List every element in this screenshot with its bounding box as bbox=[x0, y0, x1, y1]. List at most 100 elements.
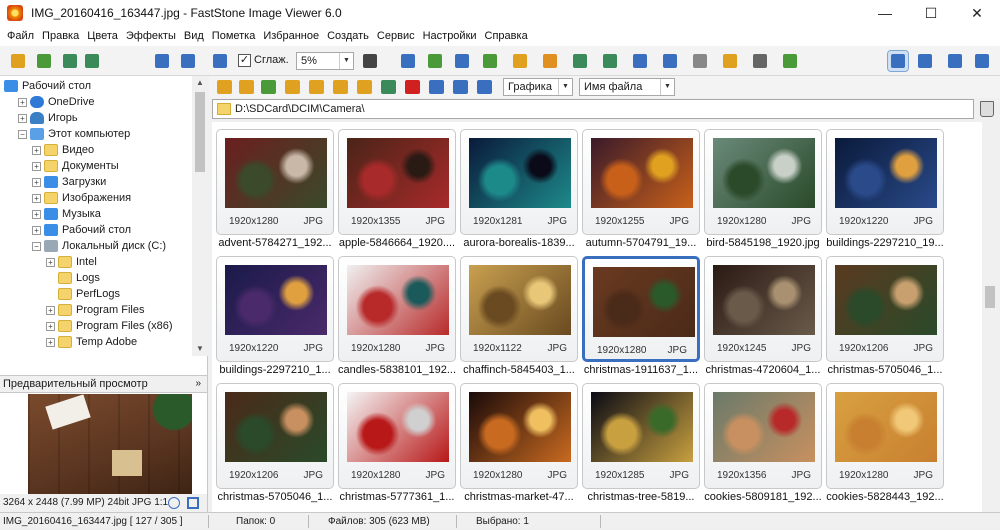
menu-item-9[interactable]: Настройки bbox=[419, 30, 481, 42]
thumbnail-item[interactable]: 1920x1280 JPG christmas-market-47... bbox=[460, 383, 578, 503]
crop-icon[interactable] bbox=[398, 51, 418, 71]
menu-item-2[interactable]: Цвета bbox=[83, 30, 122, 42]
tree-item[interactable]: Рабочий стол bbox=[4, 78, 91, 94]
thumbnail-item[interactable]: 1920x1355 JPG apple-5846664_1920.... bbox=[338, 129, 456, 249]
zoom-in-icon[interactable] bbox=[152, 51, 172, 71]
tree-item[interactable]: − Этот компьютер bbox=[18, 126, 130, 142]
tree-item[interactable]: + OneDrive bbox=[18, 94, 94, 110]
expand-icon[interactable]: + bbox=[46, 337, 55, 347]
tree-item[interactable]: + Intel bbox=[46, 254, 97, 270]
tree-item[interactable]: + Видео bbox=[32, 142, 94, 158]
slideshow-icon[interactable] bbox=[660, 51, 680, 71]
menu-item-8[interactable]: Сервис bbox=[373, 30, 419, 42]
copy-folder-icon[interactable] bbox=[333, 80, 348, 94]
thumbnail-item[interactable]: 1920x1280 JPG christmas-5777361_1... bbox=[338, 383, 456, 503]
tree-item[interactable]: + Документы bbox=[32, 158, 119, 174]
list-icon[interactable] bbox=[477, 80, 492, 94]
thumbnail-item[interactable]: 1920x1220 JPG buildings-2297210_19... bbox=[826, 129, 944, 249]
layout-preview-icon[interactable] bbox=[915, 51, 935, 71]
expand-icon[interactable]: + bbox=[32, 225, 41, 235]
thumbnail-item[interactable]: 1920x1280 JPG cookies-5828443_192... bbox=[826, 383, 944, 503]
tree-item[interactable]: PerfLogs bbox=[46, 286, 120, 302]
layout-thumbs-icon[interactable] bbox=[972, 51, 992, 71]
collapse-icon[interactable]: » bbox=[195, 376, 201, 392]
fit-screen-icon[interactable] bbox=[187, 497, 199, 509]
back-icon[interactable] bbox=[217, 80, 232, 94]
delete-icon[interactable] bbox=[405, 80, 420, 94]
thumbnail-item[interactable]: 1920x1206 JPG christmas-5705046_1... bbox=[216, 383, 334, 503]
maximize-button[interactable]: ☐ bbox=[908, 0, 954, 26]
save-as-icon[interactable] bbox=[82, 51, 102, 71]
menu-item-1[interactable]: Правка bbox=[38, 30, 83, 42]
thumbnail-item[interactable]: 1920x1122 JPG chaffinch-5845403_1... bbox=[460, 256, 578, 376]
thumbnail-item[interactable]: 1920x1206 JPG christmas-5705046_1... bbox=[826, 256, 944, 376]
new-folder-icon[interactable] bbox=[309, 80, 324, 94]
menu-item-6[interactable]: Избранное bbox=[259, 30, 323, 42]
thumbnail-scrollbar[interactable] bbox=[982, 122, 998, 512]
gear-icon[interactable] bbox=[168, 497, 180, 509]
menu-item-10[interactable]: Справка bbox=[481, 30, 532, 42]
parent-folder-icon[interactable] bbox=[261, 80, 276, 94]
tree-item[interactable]: + Загрузки bbox=[32, 174, 106, 190]
layout-full-icon[interactable] bbox=[945, 51, 965, 71]
thumbnail-item[interactable]: 1920x1280 JPG bird-5845198_1920.jpg bbox=[704, 129, 822, 249]
thumbnail-item[interactable]: 1920x1220 JPG buildings-2297210_1... bbox=[216, 256, 334, 376]
folder-plus-icon[interactable] bbox=[34, 51, 54, 71]
thumbnail-item[interactable]: 1920x1280 JPG christmas-1911637_1... bbox=[582, 256, 700, 376]
edit-icon[interactable] bbox=[780, 51, 800, 71]
actual-size-icon[interactable] bbox=[210, 51, 230, 71]
rotate-right-icon[interactable] bbox=[600, 51, 620, 71]
compare-icon[interactable] bbox=[690, 51, 710, 71]
thumbnail-item[interactable]: 1920x1281 JPG aurora-borealis-1839... bbox=[460, 129, 578, 249]
grid-icon[interactable] bbox=[480, 51, 500, 71]
expand-icon[interactable]: + bbox=[32, 177, 41, 187]
menu-item-3[interactable]: Эффекты bbox=[122, 30, 180, 42]
forward-icon[interactable] bbox=[239, 80, 254, 94]
tree-item[interactable]: + Temp Adobe bbox=[46, 334, 137, 350]
tree-item[interactable]: + Program Files (x86) bbox=[46, 318, 173, 334]
tree-item[interactable]: + Рабочий стол bbox=[32, 222, 131, 238]
close-button[interactable]: ✕ bbox=[954, 0, 1000, 26]
zoom-select[interactable]: 5% ▼ bbox=[296, 52, 354, 70]
thumbnail-item[interactable]: 1920x1245 JPG christmas-4720604_1... bbox=[704, 256, 822, 376]
tree-item[interactable]: + Музыка bbox=[32, 206, 101, 222]
hand-icon[interactable] bbox=[360, 51, 380, 71]
expand-icon[interactable]: + bbox=[32, 145, 41, 155]
move-folder-icon[interactable] bbox=[357, 80, 372, 94]
print-icon[interactable] bbox=[750, 51, 770, 71]
tree-item[interactable]: + Игорь bbox=[18, 110, 78, 126]
scroll-up-icon[interactable]: ▲ bbox=[192, 76, 208, 90]
tree-item[interactable]: + Изображения bbox=[32, 190, 131, 206]
thumbnail-item[interactable]: 1920x1280 JPG advent-5784271_192... bbox=[216, 129, 334, 249]
trash-icon[interactable] bbox=[980, 101, 994, 117]
menu-item-7[interactable]: Создать bbox=[323, 30, 373, 42]
histogram-icon[interactable] bbox=[630, 51, 650, 71]
expand-icon[interactable]: + bbox=[32, 209, 41, 219]
expand-icon[interactable]: + bbox=[46, 257, 55, 267]
resize-icon[interactable] bbox=[425, 51, 445, 71]
menu-item-0[interactable]: Файл bbox=[3, 30, 38, 42]
collapse-icon[interactable]: − bbox=[32, 241, 41, 251]
expand-icon[interactable]: + bbox=[32, 193, 41, 203]
folder-up-icon[interactable] bbox=[285, 80, 300, 94]
adjust-icon[interactable] bbox=[452, 51, 472, 71]
thumbnail-item[interactable]: 1920x1285 JPG christmas-tree-5819... bbox=[582, 383, 700, 503]
zoom-out-icon[interactable] bbox=[178, 51, 198, 71]
scroll-thumb[interactable] bbox=[195, 92, 205, 172]
expand-icon[interactable]: + bbox=[18, 113, 27, 123]
scroll-thumb[interactable] bbox=[985, 286, 995, 308]
save-icon[interactable] bbox=[60, 51, 80, 71]
expand-icon[interactable]: + bbox=[18, 97, 27, 107]
rotate-left-icon[interactable] bbox=[570, 51, 590, 71]
thumbnail-item[interactable]: 1920x1255 JPG autumn-5704791_19... bbox=[582, 129, 700, 249]
menu-item-4[interactable]: Вид bbox=[180, 30, 208, 42]
columns-icon[interactable] bbox=[453, 80, 468, 94]
copy-icon[interactable] bbox=[381, 80, 396, 94]
app-icon[interactable] bbox=[7, 5, 23, 21]
minimize-button[interactable]: — bbox=[862, 0, 908, 26]
sort-select[interactable]: Имя файла ▼ bbox=[579, 78, 675, 96]
expand-icon[interactable]: + bbox=[46, 305, 55, 315]
thumbnail-item[interactable]: 1920x1280 JPG candles-5838101_192... bbox=[338, 256, 456, 376]
expand-icon[interactable]: + bbox=[32, 161, 41, 171]
color-icon[interactable] bbox=[510, 51, 530, 71]
